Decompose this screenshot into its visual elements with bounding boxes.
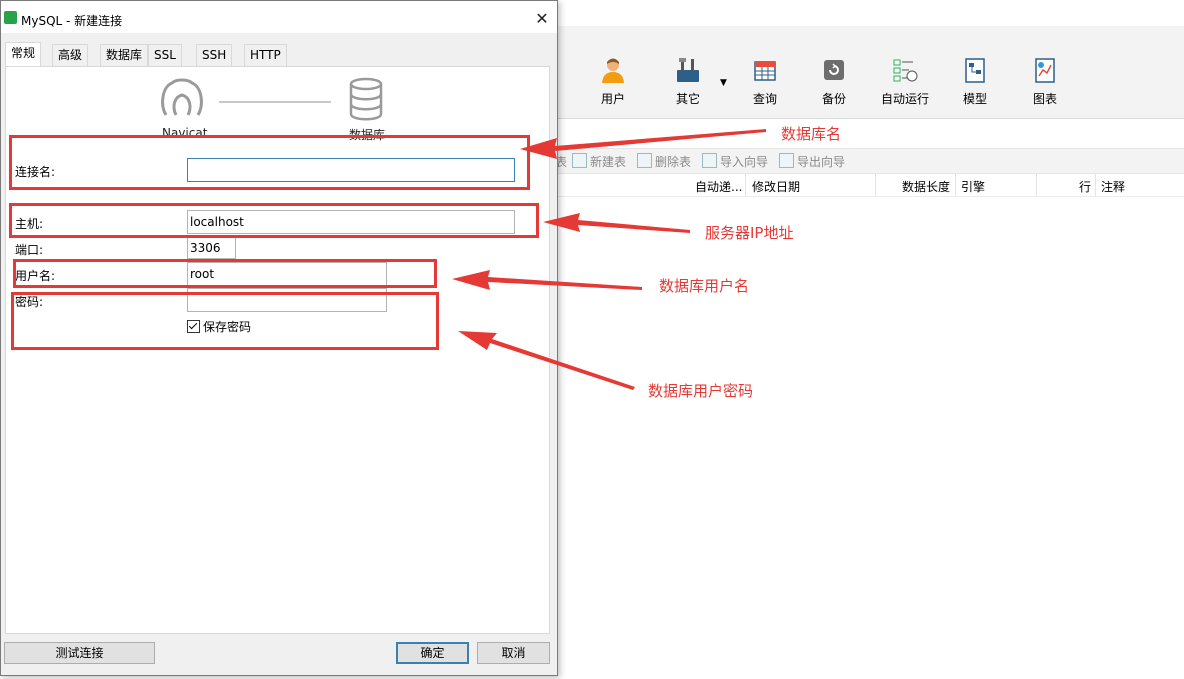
toolbar-backup-label: 备份 — [821, 92, 846, 106]
model-icon — [965, 58, 985, 83]
annotation-server-ip: 服务器IP地址 — [705, 224, 794, 242]
column-comment[interactable]: 注释 — [1101, 178, 1125, 195]
column-divider — [745, 174, 746, 196]
close-icon[interactable]: ✕ — [531, 8, 553, 30]
export-wizard-button[interactable]: 导出向导 — [779, 153, 845, 170]
column-divider — [1036, 174, 1037, 196]
column-divider — [955, 174, 956, 196]
chevron-down-icon[interactable]: ▼ — [720, 78, 727, 88]
navicat-logo-icon — [161, 78, 203, 116]
toolbar-schedule-label: 自动运行 — [880, 92, 929, 106]
new-table-icon — [572, 153, 587, 168]
port-input[interactable] — [187, 237, 236, 259]
column-divider — [1095, 174, 1096, 196]
annotation-box-host — [9, 203, 539, 238]
annotation-box-password — [11, 292, 439, 350]
column-rows[interactable]: 行 — [1079, 178, 1091, 195]
column-divider — [875, 174, 876, 196]
dialog-title: MySQL - 新建连接 — [21, 14, 123, 28]
export-icon — [779, 153, 794, 168]
toolbar-chart-button[interactable]: 图表 — [1015, 56, 1075, 107]
test-connection-button[interactable]: 测试连接 — [4, 642, 155, 664]
column-engine[interactable]: 引擎 — [961, 178, 985, 195]
toolbar-model-button[interactable]: 模型 — [945, 56, 1005, 107]
tab-ssl[interactable]: SSL — [148, 44, 182, 66]
toolbar-user-button[interactable]: 用户 — [583, 56, 643, 107]
navicat-main-window: 用户 其它 ▼ 查询 备份 自动运行 模型 图表 表 新建表 删除表 导入向导 … — [555, 0, 1184, 679]
column-auto-increment[interactable]: 自动递... — [695, 178, 742, 195]
schedule-icon — [893, 59, 918, 82]
delete-table-icon — [637, 153, 652, 168]
object-toolbar: 表 新建表 删除表 导入向导 导出向导 — [555, 148, 1184, 174]
new-table-button[interactable]: 新建表 — [572, 153, 626, 170]
main-titlebar — [555, 0, 1184, 26]
chart-icon — [1035, 58, 1055, 83]
toolbar-query-label: 查询 — [752, 92, 777, 106]
toolbar-other-label: 其它 — [675, 92, 700, 106]
tab-general[interactable]: 常规 — [5, 42, 42, 66]
import-wizard-label: 导入向导 — [720, 155, 769, 169]
toolbar-model-label: 模型 — [962, 92, 987, 106]
column-data-length[interactable]: 数据长度 — [902, 178, 950, 195]
toolbar-user-label: 用户 — [600, 92, 625, 106]
import-wizard-button[interactable]: 导入向导 — [702, 153, 768, 170]
tools-icon — [677, 58, 699, 82]
tab-http[interactable]: HTTP — [244, 44, 287, 66]
annotation-db-password: 数据库用户密码 — [648, 382, 754, 400]
cancel-button[interactable]: 取消 — [477, 642, 550, 664]
import-icon — [702, 153, 717, 168]
annotation-db-name: 数据库名 — [781, 125, 842, 143]
table-column-header: 自动递... 修改日期 数据长度 引擎 行 注释 — [555, 174, 1184, 197]
navicat-app-icon — [4, 11, 17, 24]
connection-line — [219, 101, 331, 103]
toolbar-schedule-button[interactable]: 自动运行 — [875, 56, 935, 107]
dialog-titlebar: MySQL - 新建连接 ✕ — [1, 1, 557, 33]
toolbar-backup-button[interactable]: 备份 — [804, 56, 864, 107]
export-wizard-label: 导出向导 — [797, 155, 846, 169]
toolbar-other-button[interactable]: 其它 — [658, 56, 718, 107]
column-modified-date[interactable]: 修改日期 — [752, 178, 800, 195]
annotation-db-username: 数据库用户名 — [659, 277, 750, 295]
delete-table-label: 删除表 — [655, 155, 692, 169]
main-toolbar: 用户 其它 ▼ 查询 备份 自动运行 模型 图表 — [555, 26, 1184, 119]
annotation-box-username — [13, 259, 437, 288]
tab-advanced[interactable]: 高级 — [52, 44, 89, 66]
tab-databases[interactable]: 数据库 — [100, 44, 149, 66]
toolbar-chart-label: 图表 — [1032, 92, 1057, 106]
delete-table-button[interactable]: 删除表 — [637, 153, 691, 170]
new-table-label: 新建表 — [590, 155, 627, 169]
backup-icon — [824, 60, 844, 80]
toolbar-query-button[interactable]: 查询 — [735, 56, 795, 107]
ok-button[interactable]: 确定 — [396, 642, 469, 664]
user-icon — [602, 58, 624, 83]
annotation-box-connection-name — [9, 135, 530, 190]
tab-ssh[interactable]: SSH — [196, 44, 233, 66]
port-label: 端口: — [15, 243, 44, 257]
database-icon — [349, 77, 383, 121]
query-icon — [754, 61, 776, 81]
